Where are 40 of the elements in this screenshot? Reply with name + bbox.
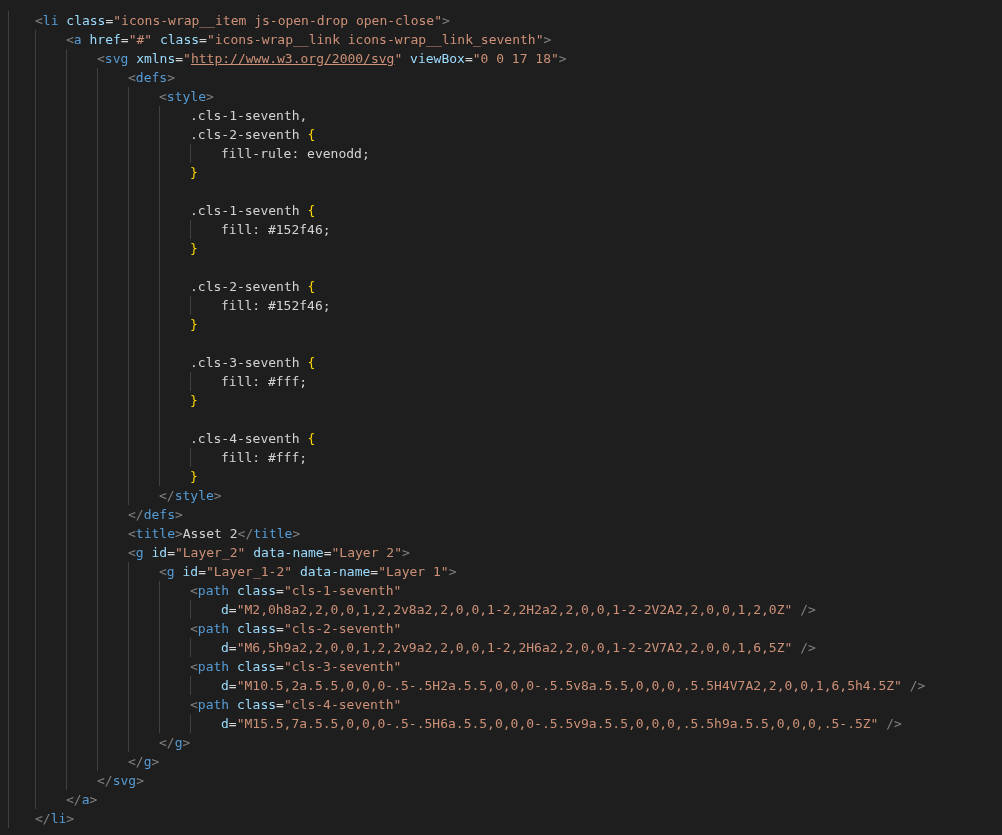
code-line: <defs> (128, 69, 175, 87)
code-line: } (190, 468, 198, 486)
code-line: fill-rule: evenodd; (221, 145, 370, 163)
code-line: </li> (35, 810, 75, 828)
code-line: .cls-3-seventh { (190, 354, 316, 372)
code-line: } (190, 316, 198, 334)
code-line: </svg> (97, 772, 144, 790)
code-line: fill: #fff; (221, 449, 308, 467)
code-line: d="M2,0h8a2,2,0,0,1,2,2v8a2,2,0,0,1-2,2H2a2,2,0,0,1-2-2V2A2,2,0,0,1,2,0Z" /> (221, 601, 816, 619)
code-line: <style> (159, 88, 214, 106)
code-line: </g> (159, 734, 191, 752)
code-line: d="M15.5,7a.5.5,0,0,0-.5-.5H6a.5.5,0,0,0-.5.5v9a.5.5,0,0,0,.5.5h9a.5.5,0,0,0,.5-.5Z" /> (221, 715, 902, 733)
code-line: .cls-2-seventh { (190, 278, 316, 296)
code-line: <path class="cls-4-seventh" (190, 696, 402, 714)
code-line: </a> (66, 791, 98, 809)
code-line: .cls-2-seventh { (190, 126, 316, 144)
code-line: <g id="Layer_2" data-name="Layer 2"> (128, 544, 410, 562)
code-line: d="M6,5h9a2,2,0,0,1,2,2v9a2,2,0,0,1-2,2H6a2,2,0,0,1-2-2V7A2,2,0,0,1,6,5Z" /> (221, 639, 816, 657)
code-line: <path class="cls-1-seventh" (190, 582, 402, 600)
code-line: } (190, 164, 198, 182)
code-line: .cls-1-seventh, (190, 107, 308, 125)
code-line: .cls-4-seventh { (190, 430, 316, 448)
url-link[interactable]: http://www.w3.org/2000/svg (190, 51, 395, 66)
code-line: <path class="cls-2-seventh" (190, 620, 402, 638)
code-line: <a href="#" class="icons-wrap__link icons-wrap__link_seventh"> (66, 31, 552, 49)
code-line: fill: #152f46; (221, 297, 331, 315)
code-line: </g> (128, 753, 160, 771)
code-line: </style> (159, 487, 222, 505)
code-line: </defs> (128, 506, 183, 524)
code-line: d="M10.5,2a.5.5,0,0,0-.5-.5H2a.5.5,0,0,0-.5.5v8a.5.5,0,0,0,.5.5H4V7A2,2,0,0,1,6,5h4.5Z" /> (221, 677, 926, 695)
code-line: fill: #152f46; (221, 221, 331, 239)
code-line: <li class="icons-wrap__item js-open-drop open-close"> (35, 12, 450, 30)
code-line: } (190, 392, 198, 410)
code-line: <title>Asset 2</title> (128, 525, 301, 543)
code-line: <path class="cls-3-seventh" (190, 658, 402, 676)
code-line: fill: #fff; (221, 373, 308, 391)
code-line: <g id="Layer_1-2" data-name="Layer 1"> (159, 563, 457, 581)
code-line: } (190, 240, 198, 258)
code-line: .cls-1-seventh { (190, 202, 316, 220)
code-line: <svg xmlns="http://www.w3.org/2000/svg" viewBox="0 0 17 18"> (97, 50, 567, 68)
